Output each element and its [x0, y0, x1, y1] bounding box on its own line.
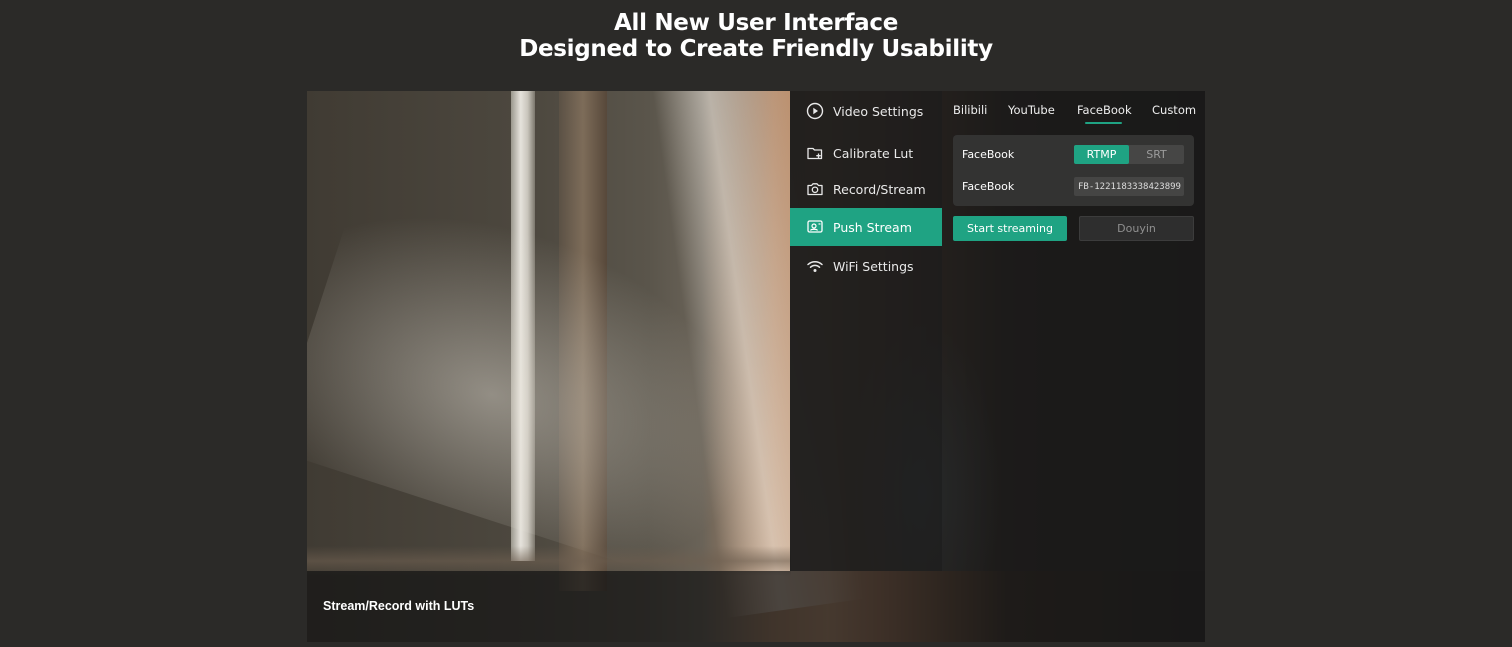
headline: All New User Interface Designed to Creat… [0, 10, 1512, 62]
sidebar-item-label: Calibrate Lut [833, 145, 914, 161]
tab-facebook[interactable]: FaceBook [1077, 103, 1132, 124]
sidebar-item-push-stream[interactable]: Push Stream [790, 208, 942, 246]
wifi-icon [806, 257, 824, 275]
tab-bilibili[interactable]: Bilibili [953, 103, 987, 117]
sidebar-item-wifi-settings[interactable]: WiFi Settings [790, 247, 942, 285]
headline-line-1: All New User Interface [613, 10, 899, 36]
stream-settings-card: FaceBook RTMP SRT FaceBook FB-1221183338… [953, 135, 1194, 206]
protocol-label: FaceBook [962, 148, 1015, 161]
tab-youtube[interactable]: YouTube [1008, 103, 1055, 117]
push-stream-icon [806, 218, 824, 236]
sidebar-item-record-stream[interactable]: Record/Stream [790, 170, 942, 208]
tab-custom[interactable]: Custom [1152, 103, 1196, 117]
protocol-option-srt[interactable]: SRT [1129, 145, 1184, 164]
protocol-toggle: RTMP SRT [1074, 145, 1184, 164]
camera-icon [806, 180, 824, 198]
start-streaming-button[interactable]: Start streaming [953, 216, 1067, 241]
sidebar-item-label: Video Settings [833, 103, 924, 119]
folder-plus-icon [806, 144, 824, 162]
play-circle-icon [806, 102, 824, 120]
stream-key-label: FaceBook [962, 180, 1015, 193]
sidebar-item-calibrate-lut[interactable]: Calibrate Lut [790, 134, 942, 172]
stream-key-field[interactable]: FB-1221183338423899 [1074, 177, 1184, 196]
sidebar-item-label: WiFi Settings [833, 258, 914, 274]
caption: Stream/Record with LUTs [323, 599, 475, 613]
sidebar-item-video-settings[interactable]: Video Settings [790, 92, 942, 130]
protocol-option-rtmp[interactable]: RTMP [1074, 145, 1129, 164]
sidebar-item-label: Record/Stream [833, 181, 926, 197]
douyin-button[interactable]: Douyin [1079, 216, 1194, 241]
sidebar-item-label: Push Stream [833, 219, 912, 235]
product-screen: Video Settings Calibrate Lut Record/Stre… [307, 91, 1205, 642]
headline-line-2: Designed to Create Friendly Usability [519, 36, 993, 62]
